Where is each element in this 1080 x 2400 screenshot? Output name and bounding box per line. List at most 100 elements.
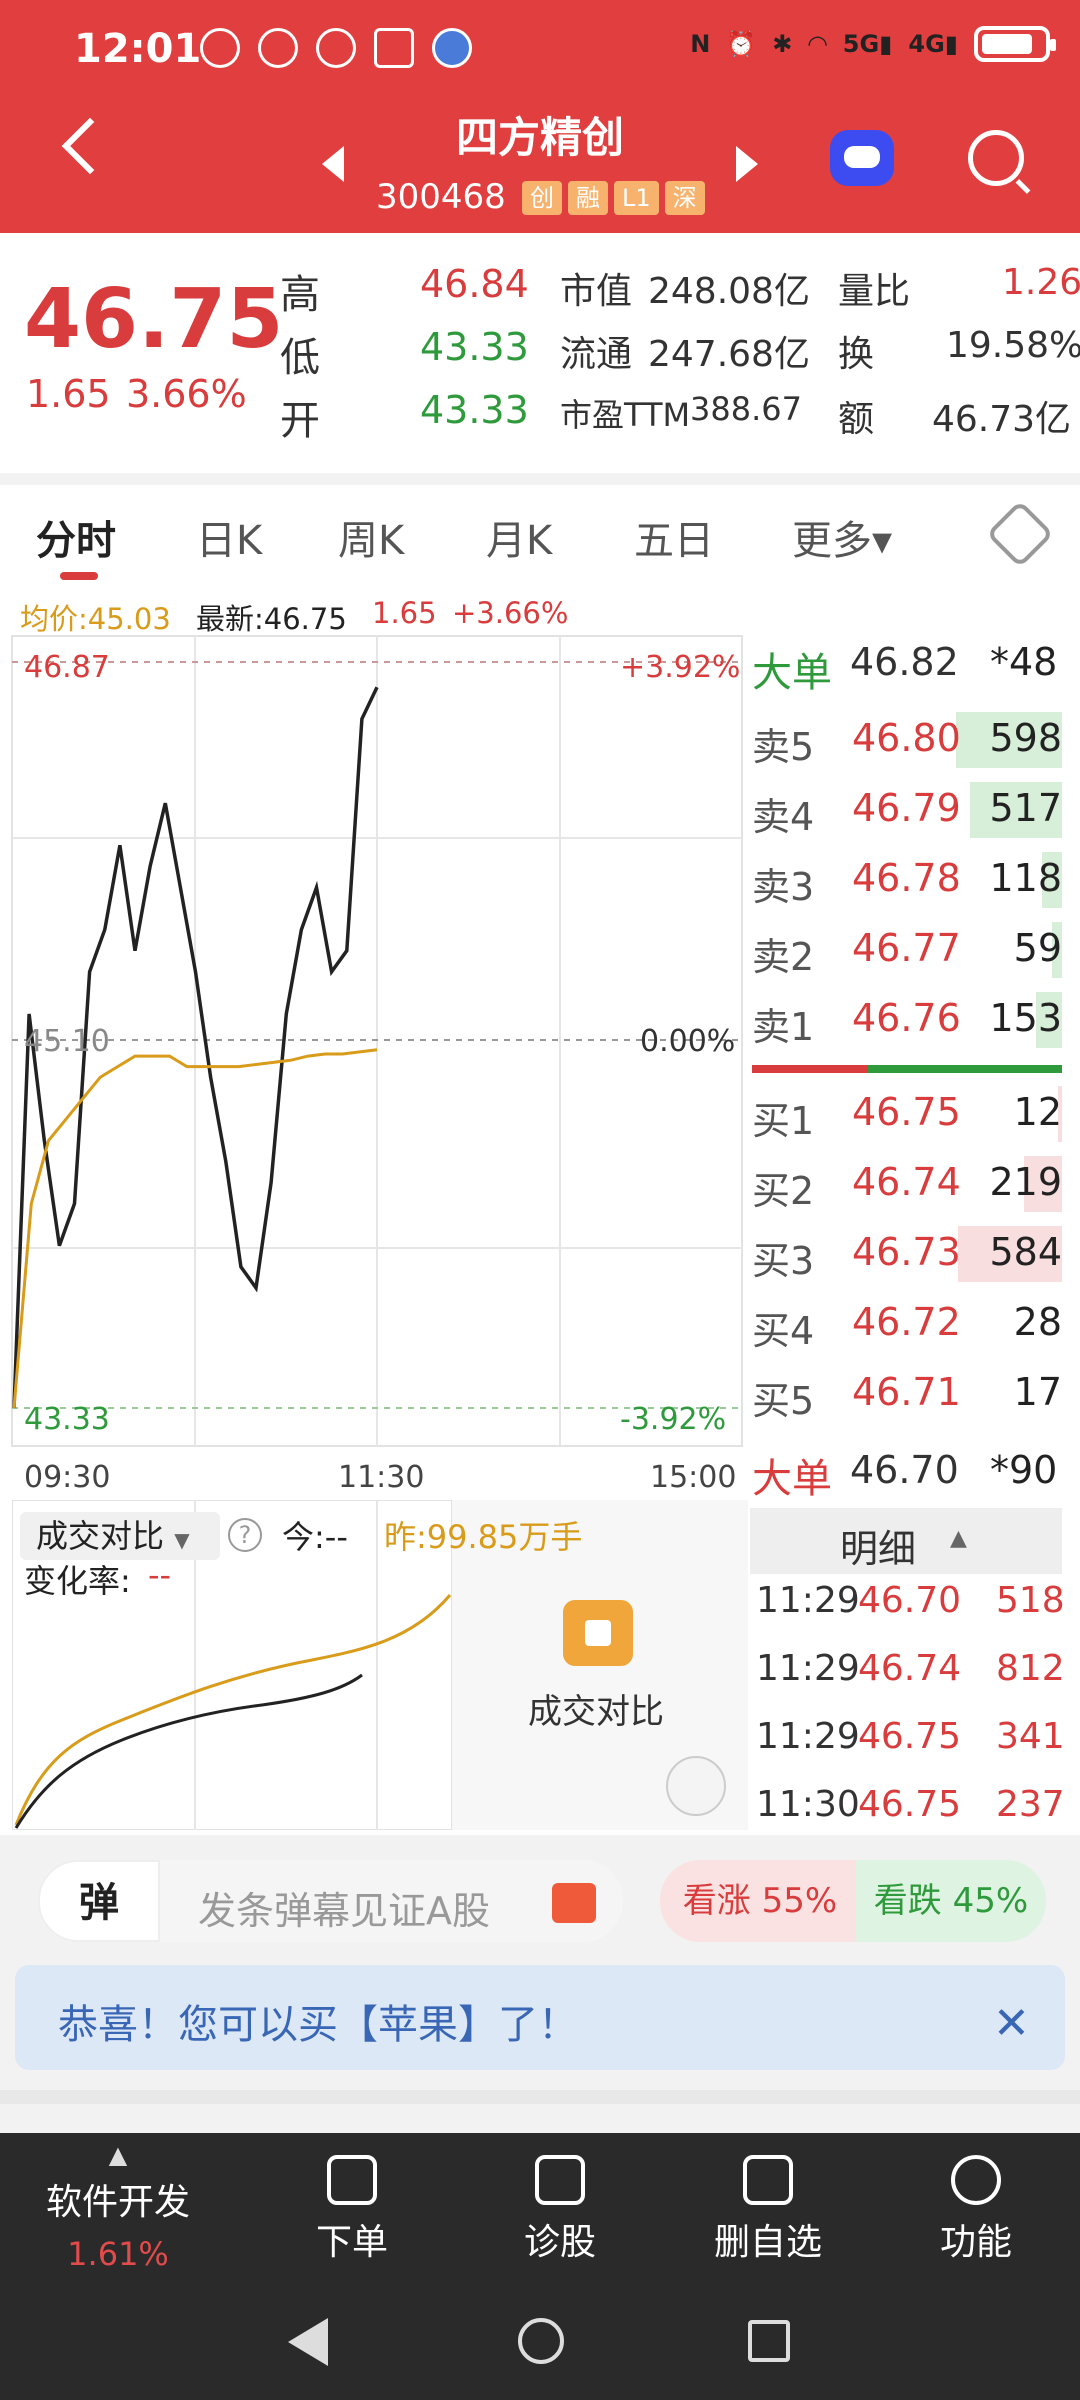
bullish-button[interactable]: 看涨 55%	[660, 1860, 860, 1942]
stock-tags: 创 融 L1 深	[522, 181, 705, 215]
high-label: 高	[280, 272, 320, 318]
order-label: 下单	[315, 2222, 388, 2263]
ask-label: 卖5	[752, 725, 815, 769]
big-sell-label: 大单	[752, 650, 832, 696]
axis-mid-price: 45.10	[24, 1024, 110, 1059]
low-value: 43.33	[420, 325, 529, 369]
app-icon	[374, 28, 414, 68]
close-icon[interactable]: ✕	[993, 1998, 1030, 2049]
trade-time: 11:30	[756, 1784, 860, 1825]
today-volume: 今:--	[282, 1518, 348, 1556]
bid-price: 46.71	[852, 1370, 961, 1414]
order-button[interactable]: 下单	[244, 2133, 460, 2283]
bluetooth-icon: ✱	[772, 30, 793, 58]
nav-home-icon[interactable]	[518, 2318, 564, 2364]
wifi-icon: ◠	[808, 30, 827, 58]
trade-time: 11:29	[756, 1580, 860, 1621]
tag-shen: 深	[664, 181, 705, 215]
bid-row-2[interactable]: 买2 46.74 219	[752, 1150, 1062, 1216]
tab-more[interactable]: 更多▾	[792, 508, 892, 566]
price-change-pct: 3.66%	[126, 372, 247, 416]
bid-label: 买1	[752, 1099, 815, 1143]
open-value: 43.33	[420, 388, 529, 432]
time-end: 15:00	[650, 1460, 737, 1495]
ask-row-1[interactable]: 卖1 46.76 153	[752, 986, 1062, 1052]
nav-recents-icon[interactable]	[748, 2320, 790, 2362]
nav-back-icon[interactable]	[288, 2318, 328, 2366]
intraday-chart[interactable]	[0, 630, 750, 1460]
current-price: 46.75	[24, 272, 284, 367]
danmu-icon[interactable]: 弹	[38, 1860, 160, 1942]
tab-underline	[60, 572, 98, 580]
diagnose-label: 诊股	[523, 2222, 596, 2263]
expand-icon[interactable]	[666, 1756, 726, 1816]
big-buy-price: 46.70	[850, 1448, 959, 1492]
ask-volume: 598	[989, 716, 1062, 760]
axis-mid-pct: 0.00%	[640, 1024, 736, 1059]
ask-price: 46.80	[852, 716, 961, 760]
trade-volume: 237	[996, 1784, 1065, 1825]
diagnose-button[interactable]: 诊股	[452, 2133, 668, 2283]
bid-volume: 12	[1013, 1090, 1062, 1134]
trade-price: 46.75	[858, 1716, 962, 1757]
stock-name: 四方精创	[455, 113, 624, 162]
open-label: 开	[280, 398, 320, 444]
signal-5g-icon: 5G▮	[842, 30, 893, 58]
detail-label: 明细	[840, 1527, 917, 1571]
tab-intraday[interactable]: 分时	[36, 508, 116, 566]
assistant-robot-icon[interactable]	[830, 130, 894, 186]
diagnose-icon	[535, 2155, 585, 2205]
ask-row-2[interactable]: 卖2 46.77 59	[752, 916, 1062, 982]
ask-row-3[interactable]: 卖3 46.78 118	[752, 846, 1062, 912]
ask-row-4[interactable]: 卖4 46.79 517	[752, 776, 1062, 842]
trade-volume: 518	[996, 1580, 1065, 1621]
sort-up-icon: ▲	[950, 1526, 967, 1551]
axis-top-pct: +3.92%	[620, 650, 741, 685]
bid-strength-bar	[752, 1065, 868, 1073]
bid-price: 46.72	[852, 1300, 961, 1344]
change-rate-value: --	[148, 1556, 172, 1594]
big-buy-vol: *90	[990, 1448, 1058, 1492]
bid-row-1[interactable]: 买1 46.75 12	[752, 1080, 1062, 1146]
minus-icon	[743, 2155, 793, 2205]
ask-label: 卖2	[752, 935, 815, 979]
chart-change-pct: +3.66%	[452, 596, 569, 630]
trade-price: 46.75	[858, 1784, 962, 1825]
amount-label: 额	[838, 399, 875, 440]
yesterday-volume: 昨:99.85万手	[384, 1518, 583, 1556]
alarm-icon: ⏰	[726, 30, 757, 58]
bid-row-4[interactable]: 买4 46.72 28	[752, 1290, 1062, 1356]
search-icon[interactable]	[968, 130, 1024, 186]
bid-label: 买3	[752, 1239, 815, 1283]
ask-volume: 517	[989, 786, 1062, 830]
ask-volume: 153	[989, 996, 1062, 1040]
ask-row-5[interactable]: 卖5 46.80 598	[752, 706, 1062, 772]
tab-monthly-k[interactable]: 月K	[486, 508, 552, 566]
bid-volume: 219	[989, 1160, 1062, 1204]
axis-top-price: 46.87	[24, 650, 110, 685]
gift-icon[interactable]	[552, 1883, 596, 1923]
bearish-button[interactable]: 看跌 45%	[856, 1860, 1046, 1942]
tab-five-day[interactable]: 五日	[634, 508, 714, 566]
bid-row-5[interactable]: 买5 46.71 17	[752, 1360, 1062, 1426]
pe-value: 388.67	[690, 390, 802, 428]
tab-daily-k[interactable]: 日K	[196, 508, 262, 566]
bid-label: 买4	[752, 1309, 815, 1353]
bid-row-3[interactable]: 买3 46.73 584	[752, 1220, 1062, 1286]
order-icon	[327, 2155, 377, 2205]
help-icon[interactable]: ?	[228, 1518, 262, 1552]
functions-button[interactable]: 功能	[868, 2133, 1080, 2283]
trade-time: 11:29	[756, 1716, 860, 1757]
sector-button[interactable]: ▲ 软件开发 1.61%	[10, 2133, 226, 2283]
ask-price: 46.76	[852, 996, 961, 1040]
remove-watchlist-button[interactable]: 删自选	[660, 2133, 876, 2283]
trade-price: 46.70	[858, 1580, 962, 1621]
mcap-label: 市值	[560, 271, 633, 312]
big-sell-vol: *48	[990, 640, 1058, 684]
caret-up-icon: ▲	[108, 2141, 128, 2169]
bid-label: 买5	[752, 1379, 815, 1423]
sector-label: 软件开发	[45, 2182, 190, 2223]
tab-weekly-k[interactable]: 周K	[338, 508, 404, 566]
volume-compare-dropdown[interactable]: 成交对比 ▼	[20, 1512, 220, 1560]
turnover-label: 换	[838, 334, 875, 375]
